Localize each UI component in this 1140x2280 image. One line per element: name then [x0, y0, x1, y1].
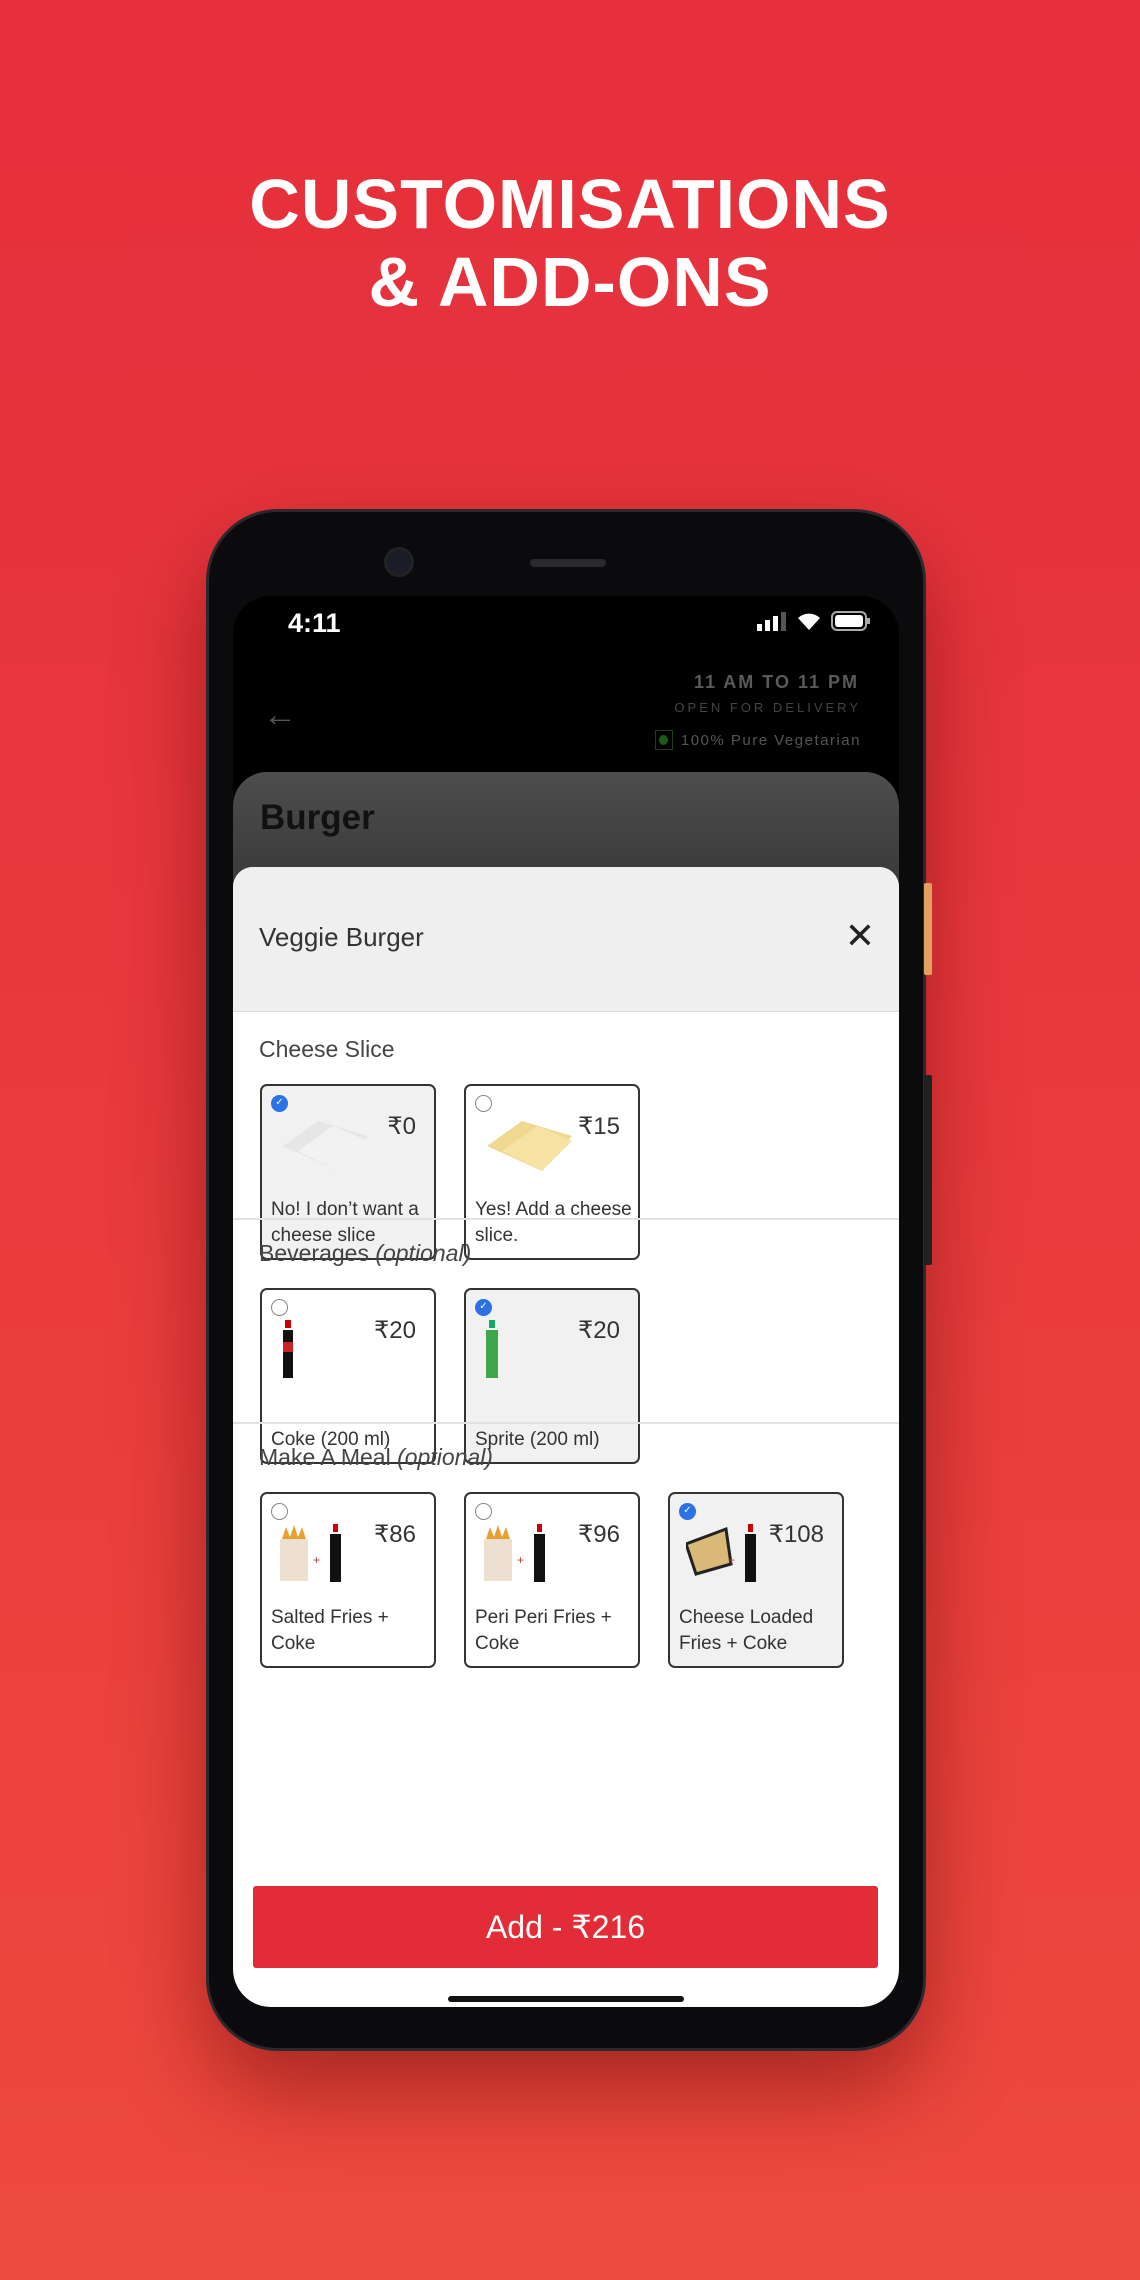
option-price: ₹108	[768, 1521, 824, 1548]
veg-label: 100% Pure Vegetarian	[680, 731, 861, 749]
promo-headline: CUSTOMISATIONS & ADD-ONS	[0, 165, 1140, 321]
option-price: ₹96	[578, 1521, 620, 1548]
close-icon[interactable]: ✕	[845, 915, 875, 957]
status-icons	[757, 610, 871, 632]
section-label: Beverages (optional)	[259, 1240, 471, 1267]
status-time: 4:11	[288, 608, 341, 638]
option-card[interactable]: ₹20 Coke (200 ml)	[260, 1288, 436, 1464]
option-card[interactable]: ✓ ₹0 No! I don’t want a cheese slice	[260, 1084, 436, 1260]
svg-text:+: +	[728, 1553, 735, 1567]
sheet-title: Veggie Burger	[259, 922, 424, 952]
sprite-bottle-image	[482, 1320, 502, 1385]
option-name: Salted Fries + Coke	[271, 1607, 389, 1654]
veg-badge: 100% Pure Vegetarian	[654, 730, 861, 750]
battery-icon	[831, 611, 870, 631]
app-screen: 4:11 ← 11 AM TO 11 PM OPEN FOR DELIVERY …	[233, 596, 899, 2007]
section-title: Cheese Slice	[259, 1036, 395, 1062]
category-title: Burger	[260, 798, 375, 837]
option-card[interactable]: + ₹96 Peri Peri Fries + Coke	[464, 1492, 640, 1668]
option-card[interactable]: + ₹86 Salted Fries + Coke	[260, 1492, 436, 1668]
wifi-icon	[798, 613, 820, 630]
optional-tag: (optional)	[397, 1444, 493, 1470]
radio-icon[interactable]	[271, 1503, 288, 1520]
section-title: Make A Meal	[259, 1444, 391, 1470]
svg-text:+: +	[313, 1553, 320, 1567]
option-price: ₹20	[578, 1317, 620, 1344]
camera-icon	[384, 547, 414, 577]
restaurant-hours: 11 AM TO 11 PM	[693, 672, 859, 692]
speaker	[530, 559, 606, 567]
option-name: Sprite (200 ml)	[475, 1429, 600, 1450]
signal-icon	[757, 612, 786, 631]
cheese-slice-image	[482, 1116, 577, 1181]
option-price: ₹20	[374, 1317, 416, 1344]
section-title: Beverages	[259, 1240, 369, 1266]
option-price: ₹86	[374, 1521, 416, 1548]
radio-icon[interactable]	[475, 1095, 492, 1112]
option-name: Yes! Add a cheese slice.	[475, 1199, 632, 1246]
plain-slice-image	[278, 1116, 373, 1181]
svg-text:+: +	[517, 1553, 524, 1567]
loaded-fries-coke-image: +	[684, 1524, 766, 1589]
radio-icon[interactable]	[475, 1503, 492, 1520]
radio-icon[interactable]	[271, 1299, 288, 1316]
section-divider	[233, 1422, 899, 1424]
optional-tag: (optional)	[375, 1240, 472, 1266]
option-price: ₹15	[578, 1113, 620, 1140]
option-card[interactable]: ✓ ₹20 Sprite (200 ml)	[464, 1288, 640, 1464]
section-label: Cheese Slice	[259, 1036, 395, 1063]
delivery-status: OPEN FOR DELIVERY	[674, 700, 861, 715]
fries-coke-image: +	[278, 1524, 358, 1589]
volume-button	[924, 1075, 932, 1265]
fries-coke-image: +	[482, 1524, 562, 1589]
checked-radio-icon[interactable]: ✓	[475, 1299, 492, 1316]
option-price: ₹0	[387, 1113, 416, 1140]
coke-bottle-image	[278, 1320, 298, 1385]
checked-radio-icon[interactable]: ✓	[271, 1095, 288, 1112]
option-name: Peri Peri Fries + Coke	[475, 1607, 612, 1654]
option-card[interactable]: ₹15 Yes! Add a cheese slice.	[464, 1084, 640, 1260]
customisation-sheet: Veggie Burger ✕ Cheese Slice ✓ ₹0 No! I …	[233, 867, 899, 2007]
add-to-cart-button[interactable]: Add - ₹216	[253, 1886, 878, 1968]
sheet-header: Veggie Burger ✕	[233, 867, 899, 1012]
section-divider	[233, 1218, 899, 1220]
headline-line-1: CUSTOMISATIONS	[249, 165, 891, 243]
option-card[interactable]: ✓ + ₹108 Cheese Loaded Fries + Coke	[668, 1492, 844, 1668]
section-label: Make A Meal (optional)	[259, 1444, 493, 1471]
option-name: Cheese Loaded Fries + Coke	[679, 1607, 814, 1654]
headline-line-2: & ADD-ONS	[368, 243, 772, 321]
veg-icon	[654, 730, 673, 750]
checked-radio-icon[interactable]: ✓	[679, 1503, 696, 1520]
home-indicator	[448, 1996, 684, 2002]
power-button	[924, 883, 932, 975]
back-arrow-icon[interactable]: ←	[263, 696, 297, 735]
